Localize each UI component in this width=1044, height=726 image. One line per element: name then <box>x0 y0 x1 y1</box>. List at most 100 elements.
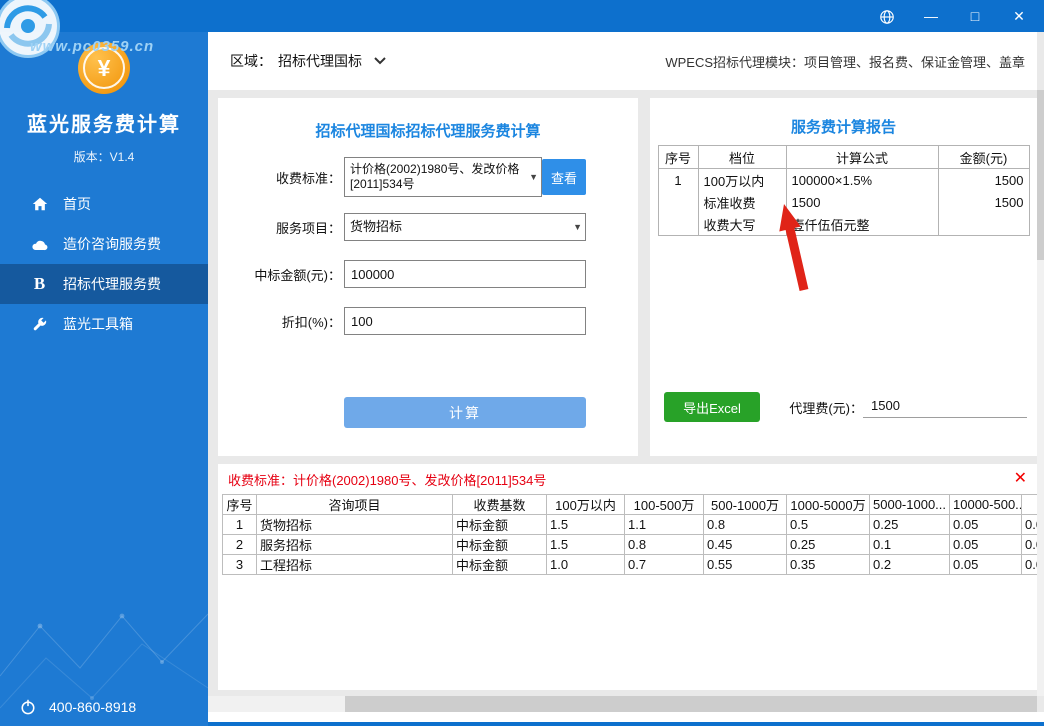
region-value: 招标代理国标 <box>278 51 362 71</box>
std-cell: 0.8 <box>704 515 787 535</box>
report-cell <box>658 191 698 213</box>
view-button[interactable]: 查看 <box>542 159 586 195</box>
report-cell <box>658 213 698 236</box>
report-col-header: 金额(元) <box>938 146 1029 169</box>
sidebar-item-bidding-agency[interactable]: B 招标代理服务费 <box>0 264 208 304</box>
bid-amount-label: 中标金额(元)： <box>218 265 344 284</box>
std-cell: 0.25 <box>870 515 950 535</box>
report-table-row: 1 100万以内 100000×1.5% 1500 <box>658 169 1029 192</box>
select-arrow-icon: ▼ <box>573 222 582 232</box>
std-cell: 0.05 <box>950 555 1022 575</box>
wrench-icon <box>30 315 49 334</box>
bottom-strip <box>208 712 1044 722</box>
agency-fee-value[interactable]: 1500 <box>863 396 1027 418</box>
sidebar-item-toolbox[interactable]: 蓝光工具箱 <box>0 304 208 344</box>
panel-close-icon[interactable]: ✕ <box>1014 471 1027 487</box>
power-icon[interactable] <box>18 697 37 716</box>
calculate-button[interactable]: 计算 <box>344 397 586 428</box>
sidebar-menu: 首页 造价咨询服务费 B 招标代理服务费 蓝光工具箱 <box>0 184 208 344</box>
std-col-header: 序号 <box>223 495 257 515</box>
std-cell: 0.2 <box>870 555 950 575</box>
std-cell: 0.0 <box>1022 555 1038 575</box>
report-panel-title: 服务费计算报告 <box>650 116 1037 137</box>
report-col-header: 计算公式 <box>786 146 938 169</box>
std-cell: 0.55 <box>704 555 787 575</box>
calc-panel-title: 招标代理国标招标代理服务费计算 <box>218 120 638 141</box>
discount-input[interactable] <box>344 307 586 335</box>
report-cell: 1 <box>658 169 698 192</box>
minimize-button[interactable]: — <box>922 0 940 32</box>
watermark-url: www.pc0359.cn <box>30 38 154 55</box>
std-cell: 中标金额 <box>453 535 547 555</box>
std-cell: 服务招标 <box>257 535 453 555</box>
home-icon <box>30 195 49 214</box>
std-cell: 0.05 <box>950 515 1022 535</box>
red-arrow-annotation <box>774 202 818 294</box>
cloud-icon <box>30 235 49 254</box>
std-cell: 0.1 <box>870 535 950 555</box>
std-col-header: 1000-5000万 <box>787 495 870 515</box>
std-col-header: 500-1000万 <box>704 495 787 515</box>
support-phone: 400-860-8918 <box>49 699 136 715</box>
sidebar-item-home[interactable]: 首页 <box>0 184 208 224</box>
bid-amount-input[interactable] <box>344 260 586 288</box>
region-select[interactable]: 招标代理国标 <box>278 51 386 71</box>
app-title: 蓝光服务费计算 <box>0 108 208 137</box>
std-cell: 中标金额 <box>453 515 547 535</box>
std-cell: 0.0 <box>1022 535 1038 555</box>
vertical-scrollbar[interactable] <box>1037 90 1044 696</box>
fee-standard-value: 计价格(2002)1980号、发改价格[2011]534号 <box>345 160 541 194</box>
maximize-button[interactable]: □ <box>966 0 984 32</box>
sidebar: ¥ 蓝光服务费计算 版本：V1.4 首页 造价咨询服务费 B 招标代理服务费 <box>0 32 208 726</box>
agency-fee-label: 代理费(元)： <box>789 398 863 417</box>
agency-fee-group: 代理费(元)： 1500 <box>789 396 1027 418</box>
horizontal-scrollbar-thumb[interactable] <box>345 696 1037 712</box>
report-table-header-row: 序号 档位 计算公式 金额(元) <box>658 146 1029 169</box>
globe-icon[interactable] <box>878 0 896 32</box>
fee-standard-row: 2 服务招标 中标金额 1.5 0.8 0.45 0.25 0.1 0.05 0… <box>223 535 1038 555</box>
std-col-header: 100-500万 <box>625 495 704 515</box>
report-cell: 收费大写 <box>698 213 786 236</box>
std-cell: 0.0 <box>1022 515 1038 535</box>
report-cell: 标准收费 <box>698 191 786 213</box>
std-cell: 1.1 <box>625 515 704 535</box>
service-item-select[interactable]: 货物招标 ▼ <box>344 213 586 241</box>
horizontal-scrollbar[interactable] <box>208 696 1037 712</box>
std-cell: 0.45 <box>704 535 787 555</box>
report-table-row: 收费大写 壹仟伍佰元整 <box>658 213 1029 236</box>
service-item-label: 服务项目： <box>218 218 344 237</box>
chevron-down-icon <box>374 57 386 65</box>
sidebar-item-label: 蓝光工具箱 <box>63 314 133 334</box>
std-col-header: 100万以内 <box>547 495 625 515</box>
fee-standard-select[interactable]: 计价格(2002)1980号、发改价格[2011]534号 ▼ <box>344 157 542 197</box>
sidebar-footer: 400-860-8918 <box>0 697 208 716</box>
module-info-text: WPECS招标代理模块：项目管理、报名费、保证金管理、盖章 <box>665 52 1025 71</box>
window-bottom-border <box>208 722 1044 726</box>
calc-panel: 招标代理国标招标代理服务费计算 收费标准： 计价格(2002)1980号、发改价… <box>218 98 638 456</box>
std-cell: 1.0 <box>547 555 625 575</box>
report-cell: 1500 <box>938 191 1029 213</box>
report-col-header: 档位 <box>698 146 786 169</box>
report-panel: 服务费计算报告 序号 档位 计算公式 金额(元) 1 100万以内 10000 <box>650 98 1037 456</box>
vertical-scrollbar-thumb[interactable] <box>1037 90 1044 260</box>
app-window: — □ ✕ www.pc0359.cn ¥ 蓝光服务费计算 版本：V1.4 首页 <box>0 0 1044 726</box>
fee-standard-header-text: 收费标准：计价格(2002)1980号、发改价格[2011]534号 <box>228 470 546 489</box>
service-item-value: 货物招标 <box>345 217 420 237</box>
report-table-row: 标准收费 1500 1500 <box>658 191 1029 213</box>
report-col-header: 序号 <box>658 146 698 169</box>
std-cell: 2 <box>223 535 257 555</box>
close-button[interactable]: ✕ <box>1010 0 1028 32</box>
std-cell: 0.05 <box>950 535 1022 555</box>
std-cell: 1.5 <box>547 515 625 535</box>
export-excel-button[interactable]: 导出Excel <box>664 392 760 422</box>
report-table: 序号 档位 计算公式 金额(元) 1 100万以内 100000×1.5% 15… <box>658 145 1030 236</box>
std-col-header: 咨询项目 <box>257 495 453 515</box>
main-area: 区域： 招标代理国标 WPECS招标代理模块：项目管理、报名费、保证金管理、盖章… <box>208 32 1044 726</box>
calc-form: 收费标准： 计价格(2002)1980号、发改价格[2011]534号 ▼ 查看… <box>218 157 638 335</box>
fee-standard-label: 收费标准： <box>218 168 344 187</box>
sidebar-item-cost-consulting[interactable]: 造价咨询服务费 <box>0 224 208 264</box>
fee-standard-header-row: 序号 咨询项目 收费基数 100万以内 100-500万 500-1000万 1… <box>223 495 1038 515</box>
std-cell: 货物招标 <box>257 515 453 535</box>
std-cell: 0.5 <box>787 515 870 535</box>
titlebar: — □ ✕ <box>0 0 1044 32</box>
